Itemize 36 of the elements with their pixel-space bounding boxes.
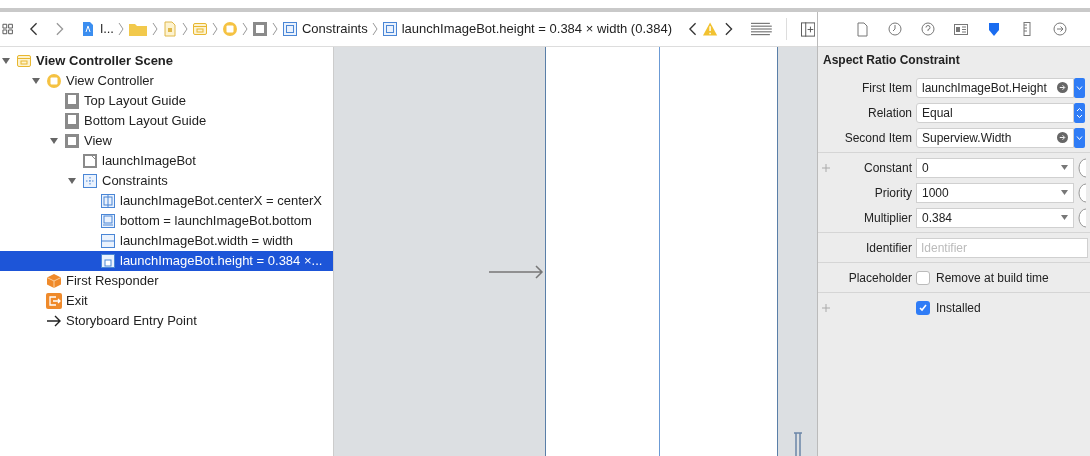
outline-item[interactable]: launchImageBot.centerX = centerX [0,191,333,211]
popup-field[interactable]: launchImageBot.Height [916,77,1074,98]
breadcrumb-item[interactable]: l... [80,19,114,39]
combo-field[interactable]: 0.384 [916,207,1074,228]
combo-field[interactable]: 0 [916,157,1074,178]
checkbox-label: Installed [936,299,981,317]
outline-item[interactable]: First Responder [0,271,333,291]
outline-item[interactable]: Bottom Layout Guide [0,111,333,131]
field-label: Constant [863,159,912,177]
popup-field[interactable]: Equal [916,102,1074,123]
outline-item[interactable]: launchImageBot [0,151,333,171]
outline-item[interactable]: Storyboard Entry Point [0,311,333,331]
breadcrumb-item[interactable]: Constraints [282,19,368,39]
outline-item[interactable]: bottom = launchImageBot.bottom [0,211,333,231]
field-label: Identifier [865,239,912,257]
outline-item[interactable]: Exit [0,291,333,311]
breadcrumb-label: l... [100,20,114,39]
combo-field[interactable]: 1000 [916,182,1074,203]
outline-item[interactable]: launchImageBot.height = 0.384 ×... [0,251,333,271]
outline-item[interactable]: Top Layout Guide [0,91,333,111]
outline-item[interactable]: View [0,131,333,151]
breadcrumb-label: Constraints [302,20,368,39]
field-label: Placeholder [848,269,912,287]
outline-item[interactable]: View Controller Scene [0,51,333,71]
field-label: Priority [874,184,912,202]
identifier-field[interactable]: Identifier [916,237,1088,258]
field-label: Multiplier [864,209,912,227]
outline-item[interactable]: launchImageBot.width = width [0,231,333,251]
outline-item[interactable]: View Controller [0,71,333,91]
field-label: Relation [867,104,912,122]
outline-item[interactable]: Constraints [0,171,333,191]
checkbox-label: Remove at build time [936,269,1049,287]
field-label: Second Item [844,129,912,147]
section-title: Aspect Ratio Constraint [822,52,961,69]
field-label: First Item [862,79,912,97]
popup-field[interactable]: Superview.Width [916,127,1074,148]
